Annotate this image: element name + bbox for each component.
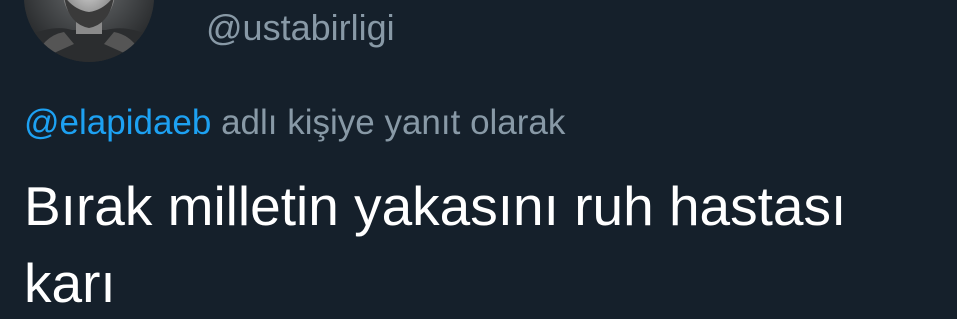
tweet-card: @ustabirligi @elapidaeb adlı kişiye yanı… [0, 0, 957, 319]
author-avatar[interactable] [24, 0, 154, 62]
reply-context-suffix: adlı kişiye yanıt olarak [211, 103, 566, 142]
author-handle[interactable]: @ustabirligi [206, 6, 395, 50]
replied-user-mention[interactable]: @elapidaeb [24, 103, 211, 142]
tweet-text: Bırak milletin yakasını ruh hastası karı [24, 175, 847, 314]
user-avatar-icon [24, 0, 154, 62]
reply-context: @elapidaeb adlı kişiye yanıt olarak [24, 102, 565, 144]
